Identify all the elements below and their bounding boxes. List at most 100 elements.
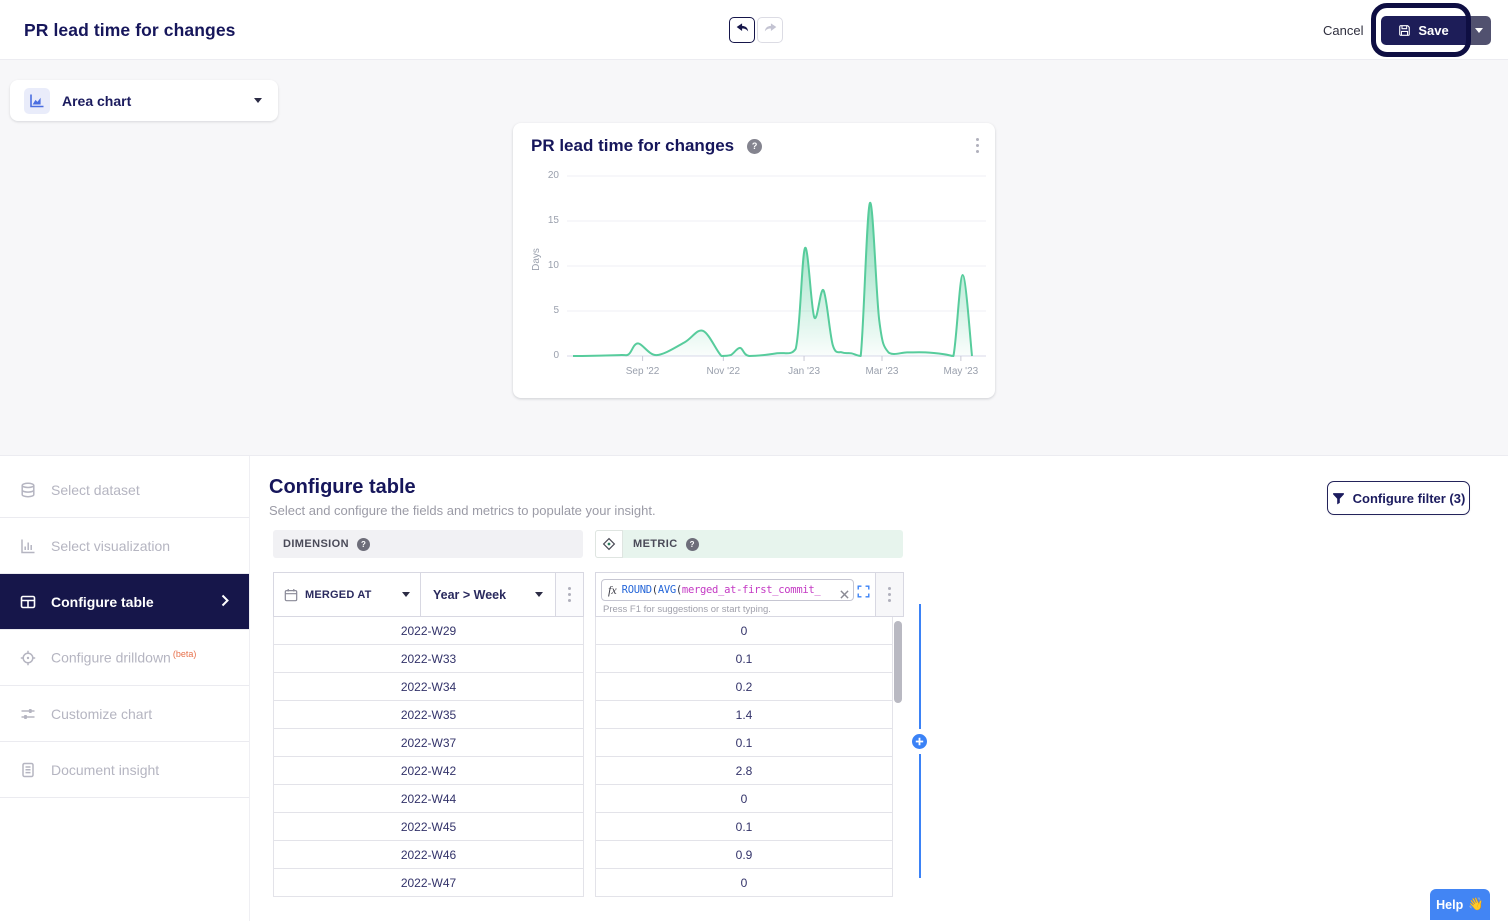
dimension-column-menu[interactable]: [555, 572, 584, 617]
sidebar-item-configure-table[interactable]: Configure table: [0, 574, 249, 630]
help-circle-icon[interactable]: ?: [686, 538, 699, 551]
dimension-value-cell: 2022-W47: [274, 869, 583, 897]
kebab-menu-icon: [564, 583, 575, 606]
metric-value-cell: 0.1: [596, 813, 892, 841]
metric-header-label: METRIC: [633, 538, 678, 550]
metric-value-cell: 0.9: [596, 841, 892, 869]
dimension-value-cell: 2022-W46: [274, 841, 583, 869]
metric-value-cell: 0.1: [596, 645, 892, 673]
metric-value-cell: 0: [596, 617, 892, 645]
metric-value-cell: 0: [596, 869, 892, 897]
y-axis-tick-label: 15: [531, 215, 559, 226]
save-button-label: Save: [1418, 23, 1448, 38]
sidebar-item-label: Select dataset: [51, 482, 140, 498]
dimension-value-cell: 2022-W44: [274, 785, 583, 813]
chevron-down-icon: [1475, 28, 1483, 33]
sliders-icon: [20, 706, 36, 722]
metric-column-menu[interactable]: [875, 572, 904, 617]
save-icon: [1398, 24, 1411, 37]
x-axis-tick-label: May '23: [931, 366, 991, 377]
sidebar-item-customize-chart[interactable]: Customize chart: [0, 686, 249, 742]
redo-icon: [763, 21, 778, 40]
clear-formula-icon[interactable]: [838, 586, 849, 601]
sidebar-item-configure-drilldown[interactable]: Configure drilldown(beta): [0, 630, 249, 686]
chart-type-label: Area chart: [62, 93, 131, 109]
dimension-header-label: DIMENSION: [283, 538, 349, 550]
dimension-value-cell: 2022-W34: [274, 673, 583, 701]
beta-badge: (beta): [173, 649, 197, 659]
kebab-menu-icon: [884, 583, 895, 606]
bar-chart-icon: [20, 538, 36, 554]
sidebar-item-label: Document insight: [51, 762, 159, 778]
table-icon: [20, 594, 36, 610]
x-axis-tick-label: Jan '23: [774, 366, 834, 377]
sidebar-item-document-insight[interactable]: Document insight: [0, 742, 249, 798]
page-title: PR lead time for changes: [24, 0, 236, 60]
sidebar-item-select-visualization[interactable]: Select visualization: [0, 518, 249, 574]
add-column-plus-icon[interactable]: [911, 733, 928, 755]
x-axis-tick-label: Mar '23: [852, 366, 912, 377]
formula-input[interactable]: fx ROUND(AVG(merged_at-first_commit_: [601, 579, 854, 601]
chart-menu-button[interactable]: [972, 134, 983, 157]
chart-title: PR lead time for changes: [531, 136, 734, 156]
sidebar-item-select-dataset[interactable]: Select dataset: [0, 462, 249, 518]
metric-rows: 00.10.21.40.12.800.10.90: [595, 617, 893, 897]
x-axis-tick-label: Nov '22: [693, 366, 753, 377]
help-button-label: Help: [1436, 898, 1463, 912]
dimension-header-bar: DIMENSION ?: [273, 530, 583, 558]
redo-button[interactable]: [757, 17, 783, 43]
dimension-granularity-dropdown[interactable]: Year > Week: [420, 572, 556, 617]
dimension-value-cell: 2022-W33: [274, 645, 583, 673]
insight-chart-card: PR lead time for changes ? Days 05101520…: [513, 123, 995, 398]
configure-section: Select dataset Select visualization Conf…: [0, 455, 1508, 920]
filter-icon: [1332, 492, 1345, 505]
help-button[interactable]: Help 👋: [1430, 889, 1490, 920]
configure-filter-label: Configure filter (3): [1353, 491, 1466, 506]
help-circle-icon[interactable]: ?: [357, 538, 370, 551]
formula-fn-inner: AVG: [658, 584, 676, 596]
chart-title-row: PR lead time for changes ?: [531, 136, 762, 156]
dimension-value-cell: 2022-W37: [274, 729, 583, 757]
metric-value-cell: 0.2: [596, 673, 892, 701]
area-chart-icon: [24, 88, 50, 114]
chart-type-selector[interactable]: Area chart: [10, 80, 278, 121]
chevron-down-icon: [254, 98, 262, 103]
add-column-indicator-line: [919, 754, 921, 878]
dimension-value-cell: 2022-W45: [274, 813, 583, 841]
formula-hint: Press F1 for suggestions or start typing…: [603, 604, 771, 615]
configure-filter-button[interactable]: Configure filter (3): [1327, 481, 1470, 515]
chart-plot: Days 05101520Sep '22Nov '22Jan '23Mar '2…: [531, 168, 989, 383]
formula-field: merged_at-first_commit_: [682, 584, 821, 596]
metric-scrollbar[interactable]: [894, 619, 902, 895]
expand-formula-icon[interactable]: [857, 585, 870, 603]
steps-sidebar: Select dataset Select visualization Conf…: [0, 456, 250, 921]
dimension-value-cell: 2022-W35: [274, 701, 583, 729]
document-icon: [20, 762, 36, 778]
dimension-field-label: MERGED AT: [305, 589, 395, 601]
add-column-indicator-line: [919, 604, 921, 729]
fx-icon: fx: [608, 583, 617, 598]
granularity-label: Year > Week: [433, 588, 535, 602]
y-axis-tick-label: 0: [531, 350, 559, 361]
metric-formula-cell: fx ROUND(AVG(merged_at-first_commit_ Pre…: [595, 572, 876, 617]
chevron-down-icon: [402, 592, 410, 597]
save-options-button[interactable]: [1466, 16, 1491, 45]
sidebar-item-label: Configure drilldown(beta): [51, 649, 196, 666]
dimension-value-cell: 2022-W42: [274, 757, 583, 785]
y-axis-tick-label: 5: [531, 305, 559, 316]
database-icon: [20, 482, 36, 498]
chevron-down-icon: [535, 592, 543, 597]
undo-redo-group: [729, 17, 783, 43]
sidebar-item-label: Select visualization: [51, 538, 170, 554]
cancel-button[interactable]: Cancel: [1323, 0, 1363, 60]
area-series-line: [573, 203, 972, 356]
undo-icon: [735, 21, 750, 40]
dimension-field-dropdown[interactable]: MERGED AT: [273, 572, 421, 617]
help-circle-icon[interactable]: ?: [747, 139, 762, 154]
metric-diamond-icon: [595, 530, 623, 558]
save-button[interactable]: Save: [1381, 16, 1466, 45]
panel-title: Configure table: [269, 476, 416, 499]
undo-button[interactable]: [729, 17, 755, 43]
scrollbar-thumb[interactable]: [894, 621, 902, 703]
metric-header-bar: METRIC ?: [595, 530, 903, 558]
